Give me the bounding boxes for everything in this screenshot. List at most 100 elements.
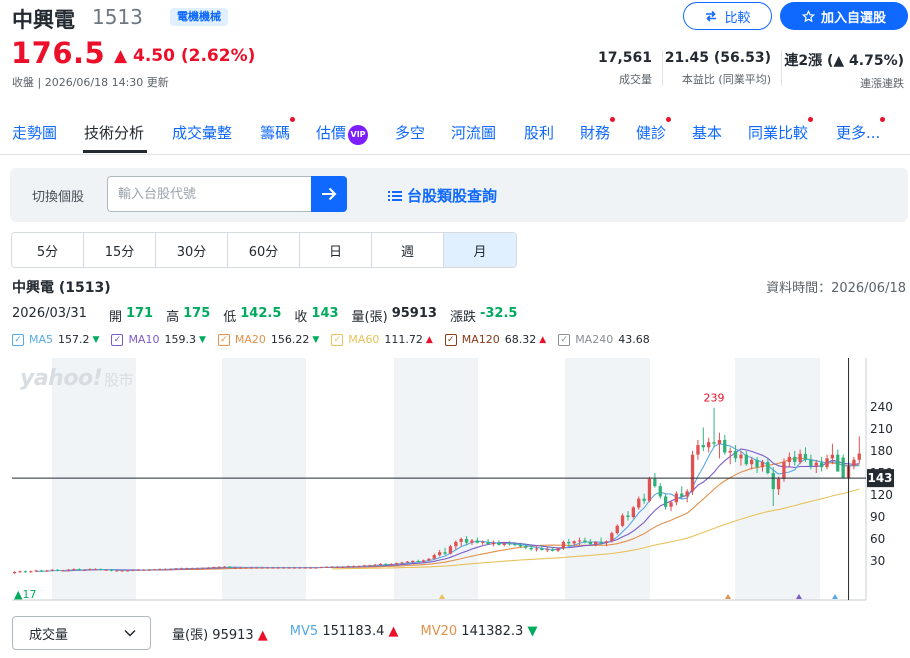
category-link-label: 台股類股查詢 [407, 187, 498, 205]
candle-body [319, 566, 323, 568]
tab-trend[interactable]: 走勢圖 [12, 122, 57, 143]
ma-legend-item[interactable]: ✓ MA120 68.32 ▲ [444, 333, 546, 346]
candle-body [405, 561, 409, 563]
period-month[interactable]: 月 [444, 233, 516, 267]
candle-body [481, 541, 485, 543]
watermark-suffix: 股市 [104, 371, 134, 389]
y-tick-label: 120 [870, 488, 893, 502]
tab-label: 技術分析 [84, 124, 145, 142]
tab-basic[interactable]: 基本 [692, 122, 722, 143]
candle-body [594, 541, 598, 545]
chevron-down-icon [124, 629, 136, 637]
candle-body [529, 547, 533, 550]
mv20-label: MV20 [420, 624, 458, 639]
tab-label: 河流圖 [451, 124, 497, 142]
candle-body [249, 567, 253, 569]
candle-body [680, 493, 684, 497]
candle-body [798, 453, 802, 462]
period-day[interactable]: 日 [300, 233, 372, 267]
candle-body [814, 462, 818, 466]
open-label: 開 [108, 310, 122, 325]
candle-body [561, 541, 566, 549]
compare-button[interactable]: 比較 [683, 2, 772, 30]
candle-body [427, 558, 431, 561]
checkbox-icon[interactable]: ✓ [111, 333, 124, 346]
candle-body [857, 453, 861, 460]
period-5min[interactable]: 5分 [12, 233, 84, 267]
ma-value: 68.32 [504, 333, 537, 346]
streak-value: 連2漲 (▲ 4.75%) [784, 50, 904, 70]
active-tab-indicator [83, 150, 147, 153]
candle-body [588, 541, 592, 545]
candle-body [443, 552, 447, 554]
vol-value: 95913 [212, 628, 254, 643]
candle-body [244, 567, 248, 569]
candle-body [357, 566, 361, 568]
tab-label: 基本 [692, 124, 723, 142]
period-30min[interactable]: 30分 [156, 233, 228, 267]
category-lookup-link[interactable]: 台股類股查詢 [388, 185, 497, 206]
tab-health[interactable]: 健診 [636, 117, 672, 143]
current-price: 176.5 [11, 36, 106, 70]
stock-code: 1513 [92, 5, 143, 29]
add-watchlist-button[interactable]: 加入自選股 [780, 2, 908, 30]
vol-item: 量(張) 95913 ▲ [172, 624, 268, 643]
candle-body [502, 543, 506, 545]
tab-chips[interactable]: 籌碼 [260, 117, 296, 143]
period-15min[interactable]: 15分 [84, 233, 156, 267]
checkbox-icon[interactable]: ✓ [444, 333, 457, 346]
period-60min[interactable]: 60分 [228, 233, 300, 267]
ma-legend-item[interactable]: ✓ MA20 156.22 ▼ [217, 333, 319, 346]
ma-legend-item[interactable]: ✓ MA10 159.3 ▼ [111, 333, 206, 346]
candle-body [346, 566, 350, 568]
candle-body [658, 486, 662, 497]
tab-peer-compare[interactable]: 同業比較 [748, 117, 814, 143]
ohlc-readout: 2026/03/31 開 171 高 175 低 142.5 收 143 量(張) 959… [12, 306, 530, 325]
candle-body [685, 491, 689, 497]
candle-body [152, 569, 157, 571]
candle-body [750, 459, 754, 465]
candle-body [185, 568, 189, 570]
new-dot [880, 117, 886, 122]
candle-body [136, 569, 141, 571]
tab-river-chart[interactable]: 河流圖 [451, 122, 496, 143]
tab-long-short[interactable]: 多空 [395, 122, 425, 143]
ma-legend-item[interactable]: ✓ MA60 111.72 ▲ [331, 333, 433, 346]
industry-badge[interactable]: 電機機械 [170, 8, 228, 26]
tab-trade-summary[interactable]: 成交彙整 [172, 122, 232, 143]
candle-body [66, 569, 71, 571]
tab-valuation[interactable]: 估價 VIP [316, 122, 369, 145]
ma-legend-item[interactable]: ✓ MA5 157.2 ▼ [12, 333, 99, 346]
candle-body [99, 569, 103, 571]
tab-technical[interactable]: 技術分析 [84, 122, 144, 143]
period-week[interactable]: 週 [372, 233, 444, 267]
high-value-label: 239 [704, 392, 725, 405]
checkbox-icon[interactable]: ✓ [558, 333, 571, 346]
tab-financials[interactable]: 財務 [580, 117, 616, 143]
indicator-dropdown[interactable]: 成交量 [12, 616, 151, 650]
checkbox-icon[interactable]: ✓ [217, 333, 230, 346]
candle-body [491, 542, 496, 545]
tab-dividend[interactable]: 股利 [524, 122, 554, 143]
checkbox-icon[interactable]: ✓ [12, 333, 24, 346]
candle-body [314, 567, 318, 569]
event-marker-icon [725, 594, 731, 599]
ma-name: MA60 [348, 333, 380, 346]
candle-body [782, 462, 786, 479]
tabs-divider [0, 154, 910, 155]
new-dot [808, 117, 814, 122]
candle-body [233, 567, 237, 569]
arrow-down-icon: ▼ [92, 334, 100, 345]
candle-body [809, 459, 813, 466]
checkbox-icon[interactable]: ✓ [331, 333, 344, 346]
indicator-selected: 成交量 [29, 627, 69, 643]
search-submit-button[interactable] [311, 176, 347, 212]
candlestick-chart[interactable]: 240210180150120906030239▲17143 [0, 358, 910, 604]
tab-more[interactable]: 更多... [836, 117, 886, 143]
volume-label: 成交量 [619, 73, 652, 86]
tab-label: 更多... [836, 124, 881, 142]
close-value: 143 [311, 306, 339, 321]
ma-legend-item[interactable]: ✓ MA240 43.68 [558, 333, 650, 346]
candle-body [448, 546, 453, 554]
stock-search-input[interactable] [107, 176, 311, 212]
